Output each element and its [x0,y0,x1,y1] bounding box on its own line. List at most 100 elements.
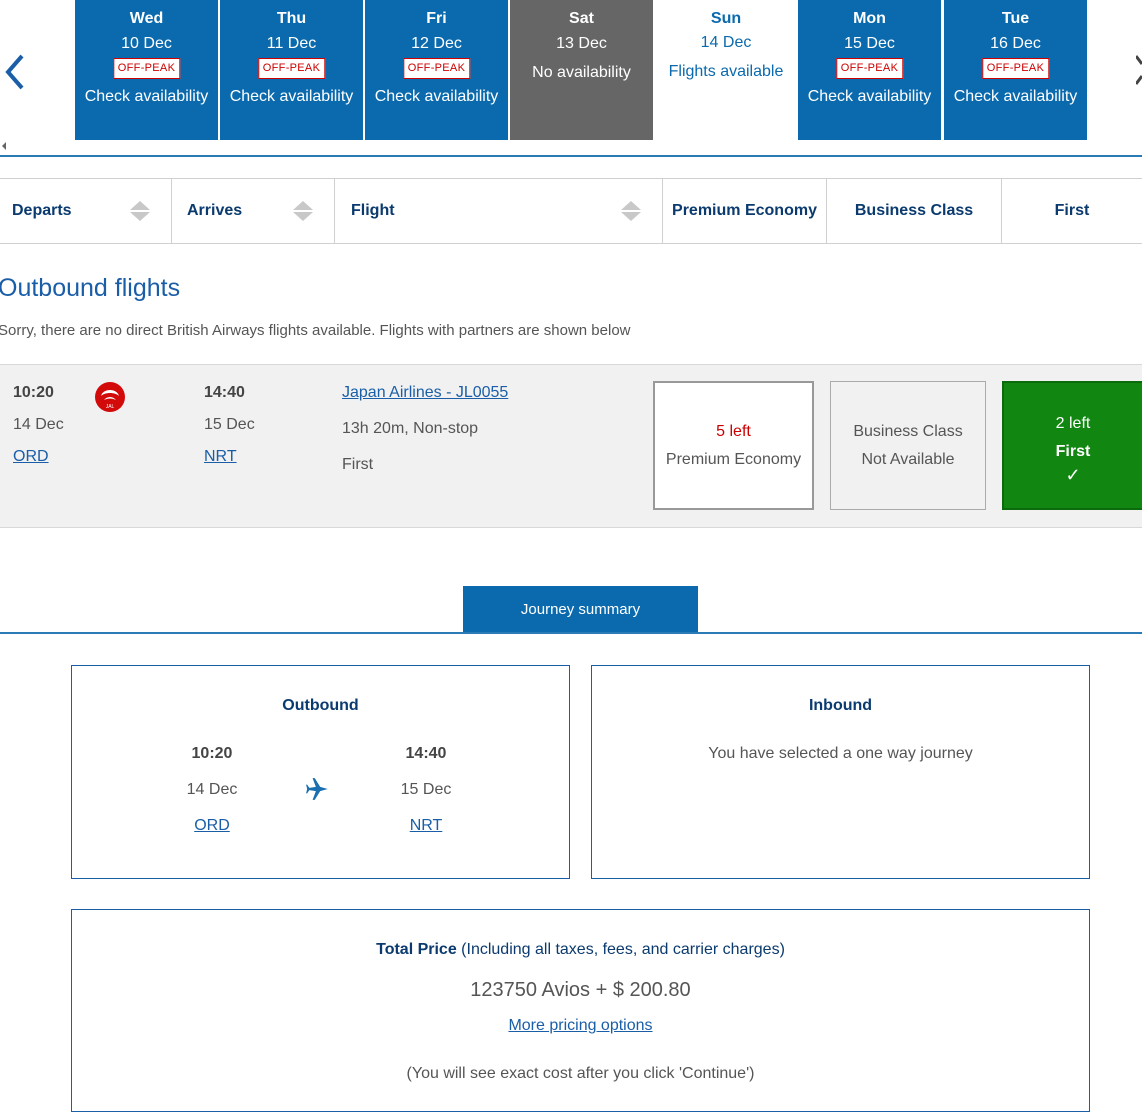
day-name: Thu [276,10,307,27]
day-date: 10 Dec [121,35,172,52]
day-name: Mon [853,10,886,27]
day-status: No availability [532,64,631,81]
day-status: Check availability [84,88,209,105]
date-tab-sun-selected[interactable]: Sun 14 Dec Flights available [656,0,796,140]
day-status: Check availability [807,88,932,105]
no-direct-flights-notice: Sorry, there are no direct British Airwa… [0,322,631,339]
business-class-fare-option: Business Class Not Available [830,381,986,510]
day-date: 13 Dec [556,35,607,52]
first-header-label: First [1054,202,1090,219]
departure-date: 14 Dec [13,416,64,433]
business-class-header: Business Class [827,179,1002,243]
inbound-summary-box: Inbound You have selected a one way jour… [591,665,1090,879]
seats-left: 2 left [1055,415,1091,432]
sort-arrows-icon [130,201,150,221]
chevron-right-icon [1134,55,1142,85]
premium-economy-header-label: Premium Economy [672,202,817,219]
business-class-header-label: Business Class [854,202,974,219]
airplane-icon [305,776,331,807]
results-table-header: Departs Arrives Flight Premium Economy B… [0,178,1142,244]
more-pricing-options-link[interactable]: More pricing options [508,1017,652,1034]
more-pricing-wrapper: More pricing options [72,1017,1089,1035]
airline-logo-icon: JAL [95,382,125,412]
journey-summary-tab[interactable]: Journey summary [463,586,698,633]
total-price-label: Total Price (Including all taxes, fees, … [72,941,1089,959]
first-header: First [1002,179,1142,243]
checkmark-icon: ✓ [1065,465,1081,485]
summary-departure-time: 10:20 [191,745,233,762]
flight-cabin: First [342,456,374,473]
one-way-message: You have selected a one way journey [708,745,973,762]
day-date: 11 Dec [266,35,317,52]
total-price-box: Total Price (Including all taxes, fees, … [71,909,1090,1112]
outbound-flights-heading: Outbound flights [0,274,181,302]
day-status: Check availability [374,88,499,105]
total-price-label-rest: (Including all taxes, fees, and carrier … [456,941,785,958]
date-tab-thu[interactable]: Thu 11 Dec OFF-PEAK Check availability [220,0,363,140]
seats-left: 5 left [716,423,751,440]
day-date: 16 Dec [990,35,1041,52]
flight-number-link[interactable]: Japan Airlines - JL0055 [342,384,508,402]
sort-flight[interactable]: Flight [335,179,663,243]
departure-time: 10:20 [13,384,54,401]
sort-arrows-icon [621,201,641,221]
off-peak-badge: OFF-PEAK [112,58,181,79]
departs-header-label: Departs [12,202,72,219]
premium-economy-header: Premium Economy [663,179,827,243]
arrives-header-label: Arrives [187,202,243,219]
day-date: 12 Dec [411,35,462,52]
flight-header-label: Flight [351,202,395,219]
day-name: Sat [569,10,594,27]
arrival-airport-link[interactable]: NRT [204,448,237,466]
fare-label: Business Class [853,423,963,440]
summary-departure-airport-link[interactable]: ORD [162,817,262,835]
scroll-left-indicator[interactable] [2,142,6,150]
date-tab-sat[interactable]: Sat 13 Dec No availability [510,0,653,140]
fare-label: First [1055,443,1091,460]
chevron-left-icon [5,54,24,90]
sort-arrives[interactable]: Arrives [172,179,335,243]
outbound-summary-box: Outbound 10:20 14 Dec ORD 14:40 15 Dec N… [71,665,570,879]
day-name: Tue [1001,10,1030,27]
day-date: 15 Dec [844,35,895,52]
fare-unavailable: Not Available [861,451,955,468]
date-tab-wed[interactable]: Wed 10 Dec OFF-PEAK Check availability [75,0,218,140]
day-status: Check availability [953,88,1078,105]
date-tab-mon[interactable]: Mon 15 Dec OFF-PEAK Check availability [798,0,941,140]
off-peak-badge: OFF-PEAK [402,58,471,79]
date-tab-tue[interactable]: Tue 16 Dec OFF-PEAK Check availability [944,0,1087,140]
day-status: Check availability [229,88,354,105]
summary-arrival-airport-link[interactable]: NRT [376,817,476,835]
day-name: Fri [426,10,447,27]
first-fare-option-selected[interactable]: 2 left First ✓ [1002,381,1142,510]
flight-duration: 13h 20m, Non-stop [342,420,479,437]
sort-arrows-icon [293,201,313,221]
previous-dates-button[interactable] [2,52,26,92]
day-date: 14 Dec [700,34,752,51]
airline-logo-text: JAL [106,404,115,410]
summary-arrival-date: 15 Dec [400,781,452,798]
journey-summary-divider [0,632,1142,634]
sort-departs[interactable]: Departs [0,179,172,243]
next-dates-button[interactable] [1134,50,1142,90]
total-price-amount: 123750 Avios + $ 200.80 [470,979,691,1001]
day-status: Flights available [668,63,784,80]
exact-cost-note: (You will see exact cost after you click… [406,1065,755,1082]
summary-arrival-time: 14:40 [405,745,447,762]
off-peak-badge: OFF-PEAK [257,58,326,79]
arrival-time: 14:40 [204,384,245,401]
off-peak-badge: OFF-PEAK [835,58,904,79]
total-price-label-bold: Total Price [376,941,457,958]
day-name: Wed [129,10,164,27]
summary-departure-date: 14 Dec [186,781,238,798]
inbound-summary-title: Inbound [808,697,873,714]
fare-label: Premium Economy [665,451,802,468]
date-strip-divider [0,155,1142,157]
premium-economy-fare-option[interactable]: 5 left Premium Economy [653,381,814,510]
date-tab-fri[interactable]: Fri 12 Dec OFF-PEAK Check availability [365,0,508,140]
outbound-summary-title: Outbound [282,697,359,714]
off-peak-badge: OFF-PEAK [981,58,1050,79]
jal-logo: JAL [95,382,125,417]
departure-airport-link[interactable]: ORD [13,448,49,466]
arrival-date: 15 Dec [204,416,255,433]
